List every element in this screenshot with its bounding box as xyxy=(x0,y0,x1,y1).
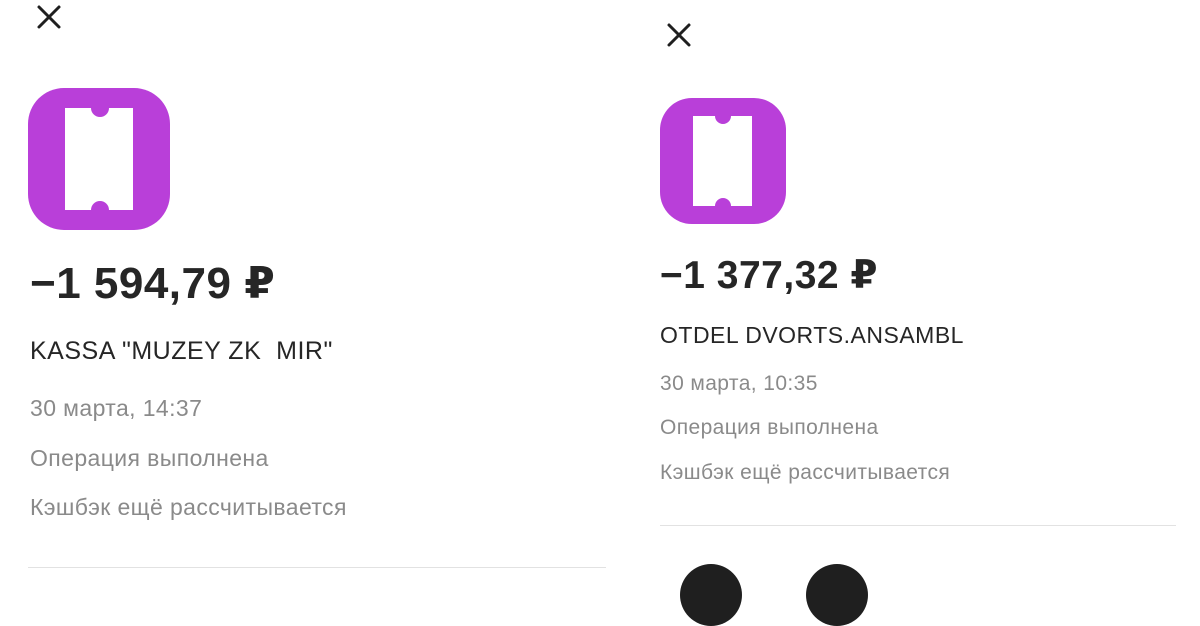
ticket-icon xyxy=(28,88,170,230)
close-icon[interactable] xyxy=(664,20,694,50)
transaction-date: 30 марта, 10:35 xyxy=(660,372,818,395)
merchant-name: OTDEL DVORTS.ANSAMBL xyxy=(660,322,964,348)
action-button[interactable] xyxy=(806,564,868,626)
transaction-amount: −1 594,79 ₽ xyxy=(30,259,276,308)
category-logo xyxy=(28,88,170,230)
action-button[interactable] xyxy=(680,564,742,626)
close-icon[interactable] xyxy=(34,2,64,32)
operation-status: Операция выполнена xyxy=(30,445,269,471)
divider xyxy=(660,525,1176,526)
cashback-status: Кэшбэк ещё рассчитывается xyxy=(660,461,951,484)
merchant-name: KASSA "MUZEY ZK MIR" xyxy=(30,337,333,365)
category-logo xyxy=(660,98,786,224)
ticket-icon xyxy=(660,98,786,224)
transaction-date: 30 марта, 14:37 xyxy=(30,395,203,421)
divider xyxy=(28,567,606,568)
transaction-amount: −1 377,32 ₽ xyxy=(660,254,879,297)
operation-status: Операция выполнена xyxy=(660,416,879,439)
cashback-status: Кэшбэк ещё рассчитывается xyxy=(30,494,347,520)
